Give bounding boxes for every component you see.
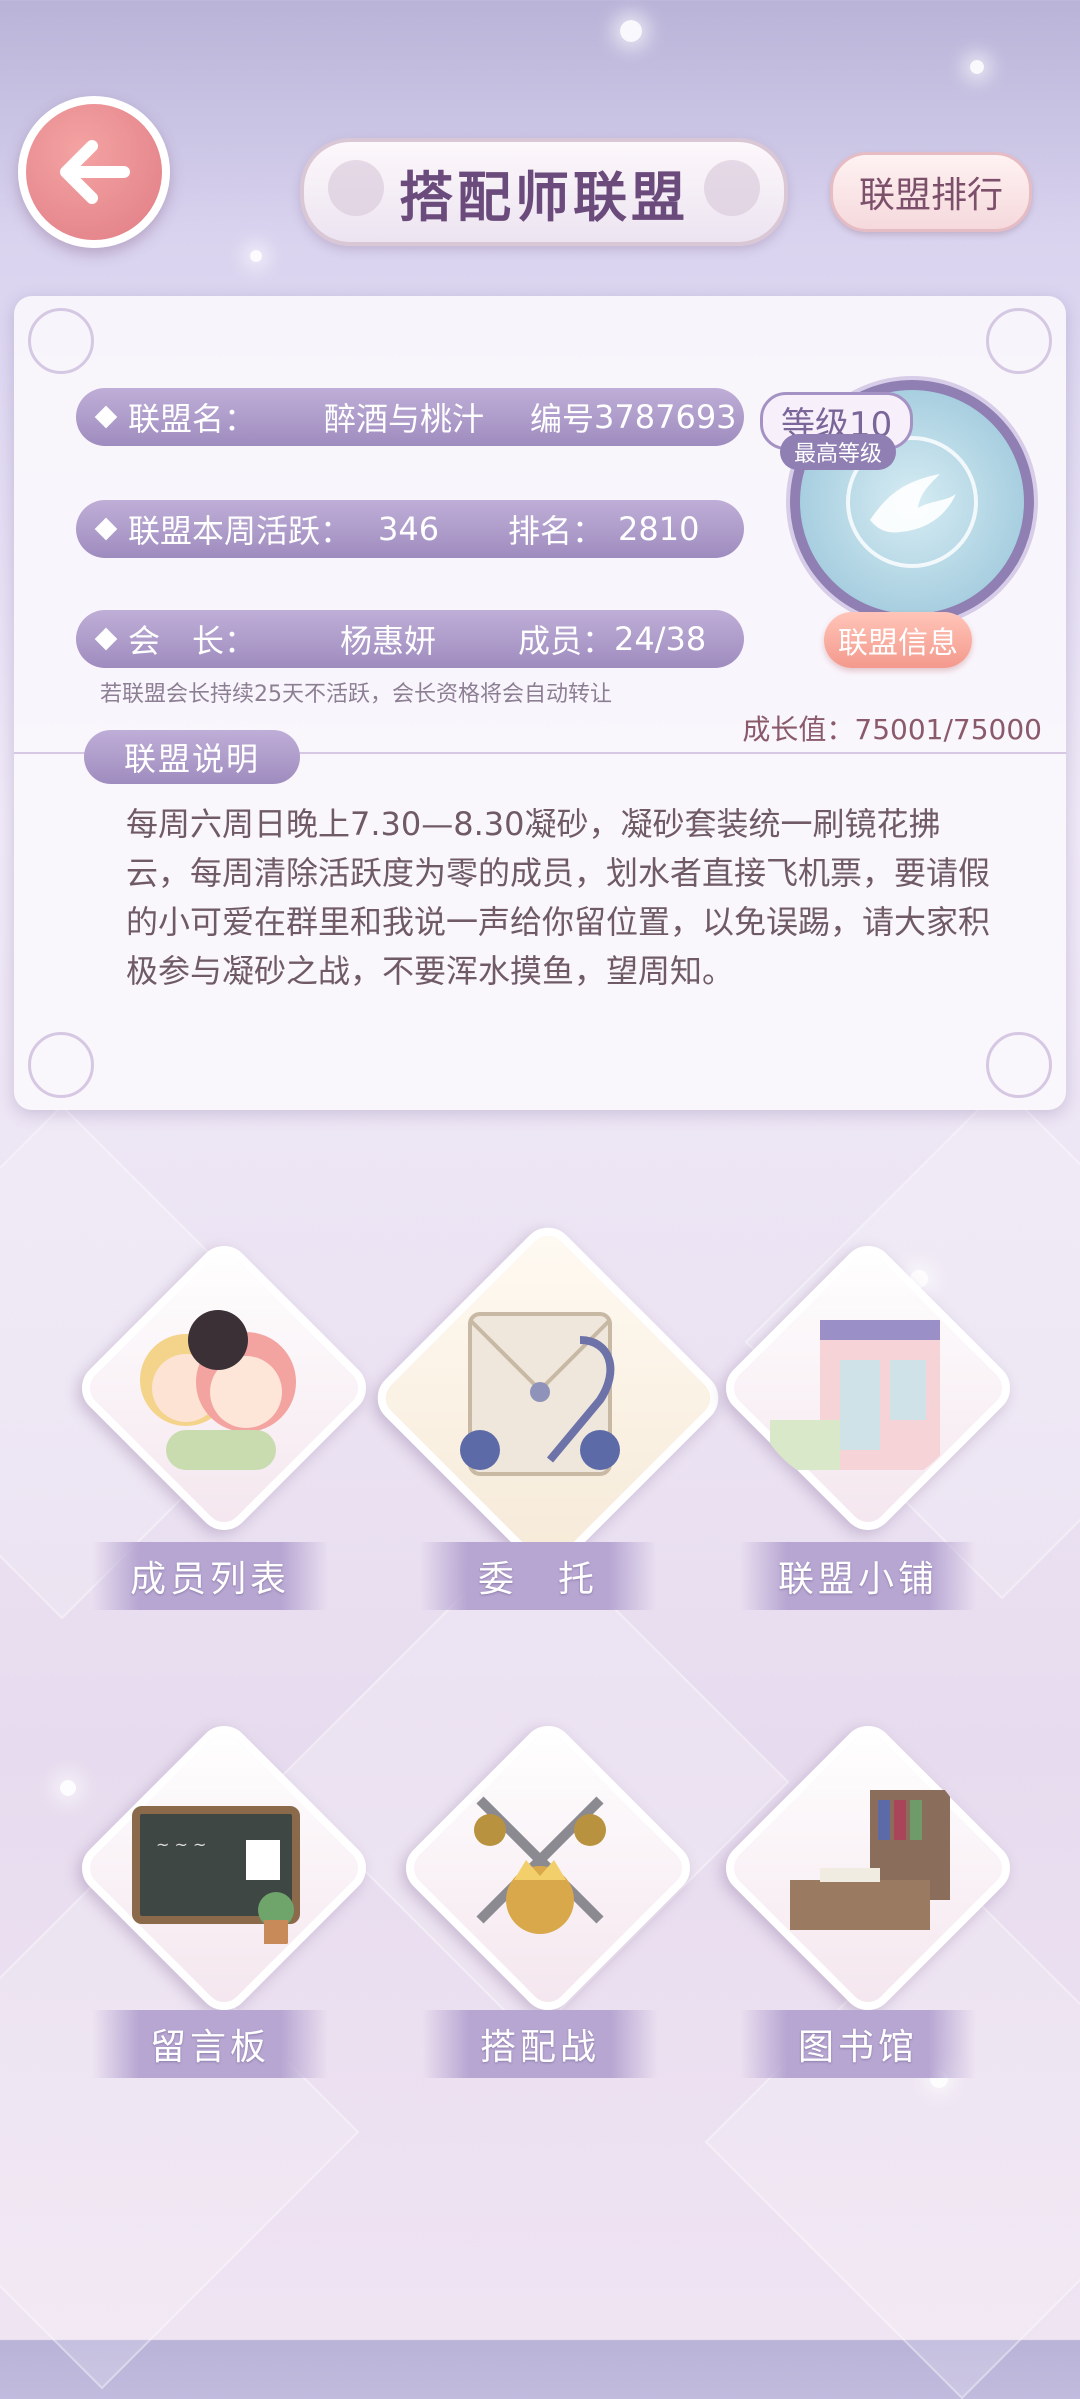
commission-icon [430, 1280, 650, 1500]
activity-value: 346 [378, 510, 440, 548]
alliance-shop-label[interactable]: 联盟小铺 [740, 1542, 976, 1610]
alliance-leader-row: 会 长： 杨惠妍 成员： 24/38 [76, 610, 744, 668]
alliance-name-value: 醉酒与桃汁 [323, 400, 484, 438]
rose-corner-icon [28, 1032, 94, 1098]
back-button[interactable] [18, 96, 170, 248]
shop-icon [750, 1270, 970, 1490]
alliance-activity-row: 联盟本周活跃： 346 排名： 2810 [76, 500, 744, 558]
library-icon [750, 1750, 970, 1970]
sparkle [970, 60, 984, 74]
alliance-ranking-button[interactable]: 联盟排行 [830, 152, 1032, 232]
rose-ornament-icon [328, 160, 384, 216]
sparkle [250, 250, 262, 262]
sparkle [620, 20, 642, 42]
members-label: 成员： [518, 622, 615, 660]
members-list-tile[interactable] [71, 1235, 377, 1541]
commission-label[interactable]: 委 托 [420, 1542, 656, 1610]
alliance-id-label: 编号 [530, 400, 595, 438]
library-label[interactable]: 图书馆 [740, 2010, 976, 2078]
alliance-name-label: 联盟名： [128, 400, 257, 438]
arrow-left-icon [60, 140, 130, 204]
outfit-battle-tile[interactable] [395, 1715, 701, 2021]
growth-value: 成长值：75001/75000 [742, 713, 1042, 746]
description-tag: 联盟说明 [84, 730, 300, 784]
rank-value: 2810 [618, 510, 700, 548]
members-icon [106, 1270, 326, 1490]
battle-icon [430, 1750, 650, 1970]
sparkle-icon [94, 627, 118, 651]
sparkle [60, 1780, 76, 1796]
commission-tile[interactable] [366, 1216, 730, 1590]
star-icon [94, 517, 118, 541]
rose-ornament-icon [704, 160, 760, 216]
rose-corner-icon [986, 308, 1052, 374]
outfit-battle-label[interactable]: 搭配战 [422, 2010, 658, 2078]
activity-label: 联盟本周活跃： [128, 512, 353, 550]
alliance-id-value: 3787693 [594, 398, 737, 436]
leader-transfer-note: 若联盟会长持续25天不活跃，会长资格将会自动转让 [100, 682, 612, 707]
message-board-label[interactable]: 留言板 [92, 2010, 328, 2078]
alliance-description: 每周六周日晚上7.30—8.30凝砂，凝砂套装统一刷镜花拂云，每周清除活跃度为零… [126, 805, 991, 990]
page-title: 搭配师联盟 [399, 165, 689, 229]
message-board-tile[interactable]: ~ ~ ~ [71, 1715, 377, 2021]
max-level-tag: 最高等级 [780, 434, 897, 470]
book-icon [94, 405, 118, 429]
leader-value: 杨惠妍 [339, 622, 436, 660]
svg-text:~ ~ ~: ~ ~ ~ [156, 1835, 206, 1854]
title-plaque: 搭配师联盟 [300, 138, 788, 246]
library-tile[interactable] [715, 1715, 1021, 2021]
members-list-label[interactable]: 成员列表 [92, 1542, 328, 1610]
rose-corner-icon [986, 1032, 1052, 1098]
alliance-name-row: 联盟名： 醉酒与桃汁 编号 3787693 [76, 388, 744, 446]
rank-label: 排名： [508, 512, 605, 550]
rose-corner-icon [28, 308, 94, 374]
alliance-shop-tile[interactable] [715, 1235, 1021, 1541]
members-value: 24/38 [614, 620, 707, 658]
message-board-icon: ~ ~ ~ [106, 1750, 326, 1970]
leader-label: 会 长： [128, 622, 257, 660]
alliance-info-button[interactable]: 联盟信息 [824, 612, 972, 668]
